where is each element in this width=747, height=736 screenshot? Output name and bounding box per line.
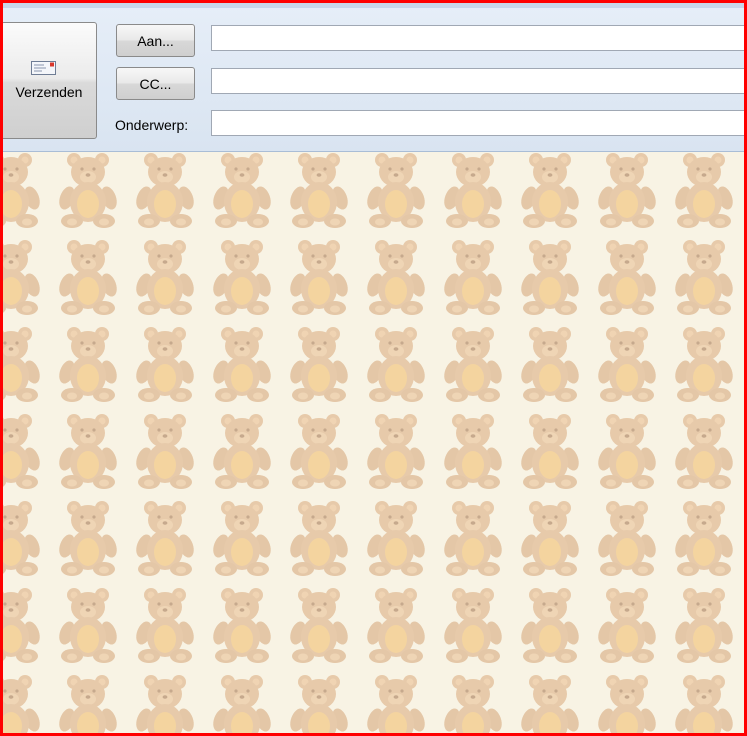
subject-field[interactable] [211,110,744,136]
cc-button[interactable]: CC... [116,67,195,100]
compose-window: Verzenden Aan... CC... Onderwerp: [0,0,747,736]
send-button-label: Verzenden [15,84,83,100]
header-top-strip [3,3,744,8]
message-body[interactable] [3,152,744,733]
to-field[interactable] [211,25,744,51]
teddy-bear-icon [3,152,744,733]
to-button[interactable]: Aan... [116,24,195,57]
envelope-icon [31,61,56,75]
cc-field[interactable] [211,68,744,94]
subject-label: Onderwerp: [115,117,189,133]
compose-header: Verzenden Aan... CC... Onderwerp: [3,3,744,152]
send-button[interactable]: Verzenden [3,22,97,139]
